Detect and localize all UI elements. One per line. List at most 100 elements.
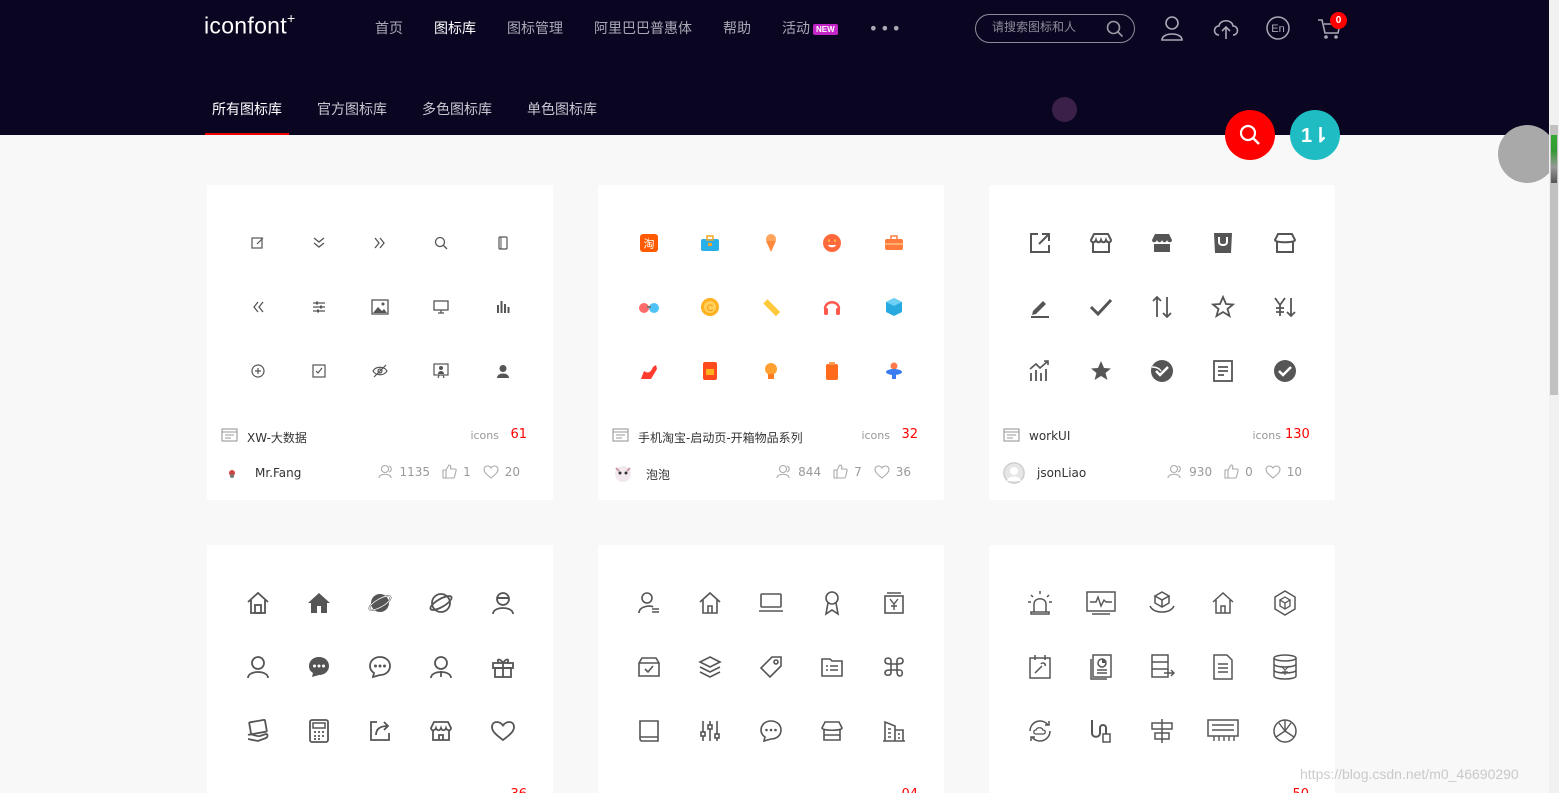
icons-count: 50 [1285,787,1309,793]
home-icon [679,583,740,623]
presentation-icon [411,351,472,391]
library-card[interactable]: 50 [989,545,1335,793]
home-outline-icon [227,583,288,623]
search-icon [411,223,472,263]
report-card-icon [1070,647,1131,687]
cube-icon [863,287,924,327]
library-tabs: 所有图标库 官方图标库 多色图标库 单色图标库 [205,97,625,135]
document-icon [1193,351,1254,391]
inbox-check-icon [618,647,679,687]
laptop-icon [741,583,802,623]
library-card[interactable]: 36 [207,545,553,793]
page-scrollbar[interactable] [1549,0,1559,793]
card-title-row: workUI icons 130 [1003,427,1310,444]
star-filled-icon [1070,351,1131,391]
library-icon [221,428,238,442]
headphones-icon [802,287,863,327]
double-chevron-left-icon [227,287,288,327]
library-card[interactable]: 淘 C 手机淘宝-启动页-开箱物品系列 icons 32 泡泡 844 7 36 [598,185,944,500]
avatar[interactable] [612,462,634,484]
language-label: En [1271,23,1284,35]
author-name[interactable]: Mr.Fang [255,466,301,480]
tag-icon [741,647,802,687]
eye-off-icon [350,351,411,391]
icons-count: 61 [510,427,527,442]
heart-icon[interactable] [483,464,499,479]
nav-icon-management[interactable]: 图标管理 [507,18,563,40]
sunglasses-icon [618,287,679,327]
library-title[interactable]: workUI [1029,429,1070,443]
floating-sort-button[interactable]: 1⇂ [1290,110,1340,160]
search-icon[interactable] [1106,20,1124,42]
thumbs-up-icon[interactable] [442,464,457,479]
tab-multicolor-libraries[interactable]: 多色图标库 [415,97,499,135]
decorative-dot [1052,97,1077,122]
icons-label: icons [861,429,890,442]
coin-icon: C [679,287,740,327]
sliders-icon [288,287,349,327]
bar-chart-icon [472,287,533,327]
more-menu-button[interactable]: ••• [869,18,903,40]
search-input[interactable] [992,20,1102,34]
house-icon [1193,583,1254,623]
floating-search-button[interactable] [1225,110,1275,160]
nav-home[interactable]: 首页 [375,18,403,40]
emoji-heart-eyes-icon [802,223,863,263]
user-list-icon [618,583,679,623]
icons-count: 36 [503,787,527,793]
tab-all-libraries[interactable]: 所有图标库 [205,97,289,135]
avatar[interactable] [221,462,243,484]
shop-icon [1254,223,1315,263]
favorite-count: 10 [1286,464,1302,479]
favorite-count: 20 [504,464,520,479]
library-stats: 1135 1 20 [377,464,532,479]
view-count: 1135 [399,464,431,479]
library-card[interactable]: workUI icons 130 jsonLiao 930 0 10 [989,185,1335,500]
store-icon [411,711,472,751]
nav-icon-library[interactable]: 图标库 [434,18,476,40]
language-toggle[interactable]: En [1265,15,1291,41]
like-count: 1 [463,464,471,479]
icons-count: 130 [1285,427,1310,442]
ruler-icon [741,287,802,327]
icons-label: icons [1252,429,1281,442]
svg-text:C: C [707,303,714,313]
thumbs-up-icon[interactable] [1224,464,1239,479]
thumbs-up-icon[interactable] [833,464,848,479]
user-icon[interactable] [1160,15,1186,41]
author-name[interactable]: jsonLiao [1037,466,1086,480]
heart-icon[interactable] [1265,464,1281,479]
library-title[interactable]: XW-大数据 [247,429,307,446]
tab-official-libraries[interactable]: 官方图标库 [310,97,394,135]
yen-box-icon [863,583,924,623]
author-name[interactable]: 泡泡 [646,466,670,483]
check-circle-icon [1254,351,1315,391]
share-icon [350,711,411,751]
card-title-row: XW-大数据 icons 61 [221,427,527,446]
upload-icon[interactable] [1212,15,1239,41]
icon-preview-grid [227,211,533,403]
card-title-row: 36 [221,787,527,793]
file-lines-icon [1193,647,1254,687]
library-card[interactable]: XW-大数据 icons 61 Mr.Fang 1135 1 20 [207,185,553,500]
library-title[interactable]: 手机淘宝-启动页-开箱物品系列 [638,429,803,446]
library-card[interactable]: 04 [598,545,944,793]
folder-list-icon [802,647,863,687]
nav-help[interactable]: 帮助 [723,18,751,40]
server-transfer-icon [1132,647,1193,687]
floating-assistant-ball[interactable] [1498,125,1556,183]
icons-label: icons [470,429,499,442]
tab-monochrome-libraries[interactable]: 单色图标库 [520,97,604,135]
keyboard-display-icon [1193,711,1254,751]
home-filled-icon [288,583,349,623]
nav-alibaba-font[interactable]: 阿里巴巴普惠体 [594,18,692,40]
nav-activity[interactable]: 活动 NEW [782,18,838,40]
calculator-icon [288,711,349,751]
heart-icon[interactable] [874,464,890,479]
iconfont-logo[interactable]: iconfont+ [204,10,295,40]
icon-preview-grid [1009,571,1315,763]
red-envelope-icon [679,351,740,391]
avatar[interactable] [1003,462,1025,484]
toy-figure-icon [863,351,924,391]
equalizer-icon [679,711,740,751]
